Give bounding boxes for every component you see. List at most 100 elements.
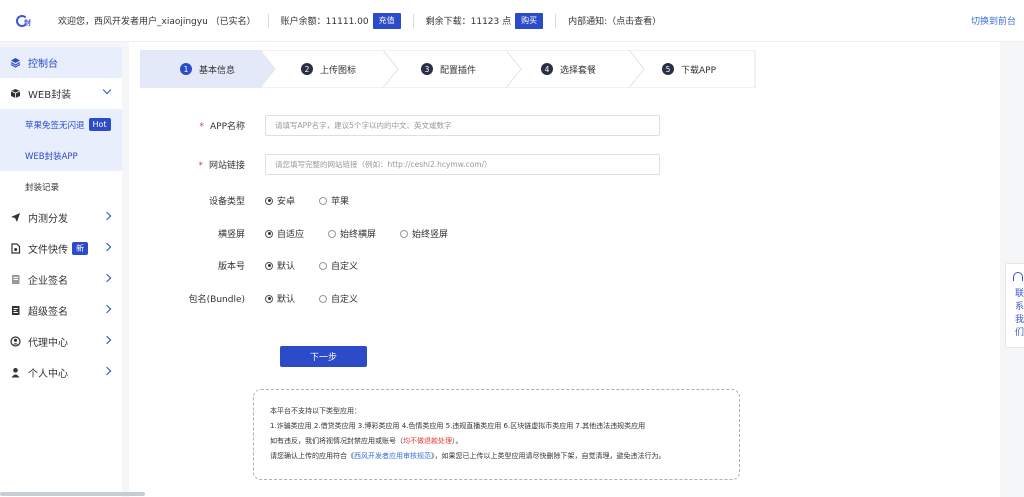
next-step-button[interactable]: 下一步	[280, 346, 367, 367]
switch-frontend-link[interactable]: 切换到前台	[971, 14, 1016, 27]
file-icon	[10, 243, 21, 254]
step-number: 4	[541, 63, 553, 75]
orientation-label: 横竖屏	[217, 230, 245, 240]
sidebar-item-label: 文件快传	[28, 245, 68, 256]
sidebar-item-label: 企业签名	[28, 276, 68, 287]
buy-button[interactable]: 购买	[515, 12, 544, 29]
bundle-default-radio[interactable]: 默认	[265, 292, 295, 305]
sidebar-sub-web-app[interactable]: WEB封装APP	[0, 140, 122, 171]
bundle-row: 包名(Bundle) 默认 自定义	[129, 292, 382, 305]
step-basic-info[interactable]: 1 基本信息	[180, 50, 235, 88]
top-header: 封 欢迎您，西风开发者用户_xiaojingyu （已实名） 账户余额：1111…	[0, 0, 1024, 42]
sidebar-item-console[interactable]: 控制台	[0, 47, 122, 78]
divider	[267, 13, 269, 28]
device-type-row: 设备类型 安卓 苹果	[129, 194, 373, 207]
horizontal-scrollbar[interactable]	[0, 492, 145, 496]
contact-us-float[interactable]: 联系我们	[1005, 263, 1024, 348]
user-circle-icon	[10, 336, 21, 347]
step-label: 下载APP	[681, 65, 717, 76]
divider	[555, 13, 557, 28]
device-type-radio-group: 安卓 苹果	[265, 194, 373, 207]
chevron-right-icon	[102, 273, 112, 283]
brand-logo[interactable]: 封	[16, 13, 42, 29]
sidebar-item-personal-center[interactable]: 个人中心	[0, 357, 122, 388]
sidebar: 控制台 WEB封装 苹果免签无闪退 Hot WEB封装APP 封装记录 内测分发…	[0, 47, 122, 497]
sidebar-item-label: WEB封装	[28, 90, 72, 101]
notice-line: 本平台不支持以下类型应用：	[270, 407, 361, 415]
bundle-custom-radio[interactable]: 自定义	[319, 292, 358, 305]
policy-notice-box: 本平台不支持以下类型应用： 1.诈骗类应用 2.借贷类应用 3.博彩类应用 4.…	[253, 389, 740, 480]
step-label: 选择套餐	[560, 65, 597, 76]
doc-icon	[10, 274, 21, 285]
version-label: 版本号	[217, 262, 245, 272]
divider	[412, 13, 414, 28]
contact-us-label: 联系我们	[1015, 289, 1024, 338]
sidebar-item-label: 封装记录	[25, 182, 60, 193]
recharge-button[interactable]: 充值	[372, 12, 401, 29]
version-row: 版本号 默认 自定义	[129, 259, 382, 272]
device-type-label: 设备类型	[208, 197, 245, 207]
chevron-right-icon	[102, 335, 112, 345]
sidebar-item-web-wrap[interactable]: WEB封装	[0, 78, 122, 109]
chevron-right-icon	[102, 304, 112, 314]
orient-portrait-radio[interactable]: 始终竖屏	[400, 227, 448, 240]
orient-landscape-radio[interactable]: 始终横屏	[328, 227, 376, 240]
step-config-plugins[interactable]: 3 配置插件	[421, 50, 476, 88]
device-android-radio[interactable]: 安卓	[265, 194, 295, 207]
hot-badge: Hot	[88, 118, 111, 131]
app-name-label: * APP名称	[199, 122, 245, 132]
step-download-app[interactable]: 5 下载APP	[662, 50, 716, 88]
step-select-package[interactable]: 4 选择套餐	[541, 50, 596, 88]
sidebar-item-super-sign[interactable]: 超级签名	[0, 295, 122, 326]
bundle-label: 包名(Bundle)	[188, 295, 245, 305]
sidebar-item-label: WEB封装APP	[25, 151, 78, 162]
welcome-text: 欢迎您，西风开发者用户_xiaojingyu （已实名）	[58, 17, 256, 27]
doc-sign-icon	[10, 305, 21, 316]
notice-line: 如有违反，我们将视情况封禁应用或账号（均不做退款处理）。	[270, 437, 463, 445]
website-url-input[interactable]: 请您填写完整的网站链接（例如：http://ceshi2.hcymw.com/）	[265, 154, 660, 175]
device-apple-radio[interactable]: 苹果	[319, 194, 349, 207]
new-badge: 新	[72, 242, 88, 255]
sidebar-item-label: 个人中心	[28, 369, 68, 380]
sidebar-item-agent-center[interactable]: 代理中心	[0, 326, 122, 357]
chevron-right-icon	[102, 211, 112, 221]
send-icon	[10, 212, 21, 223]
step-number: 1	[180, 63, 192, 75]
downloads-text: 剩余下载：11123 点	[425, 17, 512, 27]
sidebar-sub-apple-sign[interactable]: 苹果免签无闪退 Hot	[0, 109, 122, 140]
sidebar-item-beta-distribution[interactable]: 内测分发	[0, 202, 122, 233]
step-number: 3	[421, 63, 433, 75]
version-radio-group: 默认 自定义	[265, 259, 382, 272]
main-panel: 1 基本信息 2 上传图标 3 配置插件 4 选择套餐 5 下载APP * APP…	[129, 42, 1000, 497]
step-label: 配置插件	[440, 65, 477, 76]
website-url-label: * 网站链接	[198, 161, 245, 171]
version-default-radio[interactable]: 默认	[265, 259, 295, 272]
notice-line: 请您确认上传的应用符合《西风开发者应用审核规范》，如果您已上传以上类型应用请尽快…	[270, 452, 666, 460]
step-label: 上传图标	[320, 65, 357, 76]
sidebar-sub-wrap-records[interactable]: 封装记录	[0, 171, 122, 202]
chevron-right-icon	[102, 242, 112, 252]
sidebar-item-file-transfer[interactable]: 文件快传 新	[0, 233, 122, 264]
version-custom-radio[interactable]: 自定义	[319, 259, 358, 272]
headset-icon	[1013, 272, 1023, 281]
balance-text: 账户余额：11111.00	[280, 17, 369, 27]
orientation-radio-group: 自适应 始终横屏 始终竖屏	[265, 227, 472, 240]
website-url-row: * 网站链接 请您填写完整的网站链接（例如：http://ceshi2.hcymw…	[129, 154, 660, 175]
sidebar-item-enterprise-sign[interactable]: 企业签名	[0, 264, 122, 295]
bundle-radio-group: 默认 自定义	[265, 292, 382, 305]
step-progress-bar: 1 基本信息 2 上传图标 3 配置插件 4 选择套餐 5 下载APP	[140, 50, 756, 88]
step-number: 5	[662, 63, 674, 75]
review-guideline-link[interactable]: 西风开发者应用审核规范	[354, 452, 431, 460]
box-icon	[10, 88, 21, 99]
person-icon	[10, 367, 21, 378]
chevron-right-icon	[102, 366, 112, 376]
step-upload-icon[interactable]: 2 上传图标	[301, 50, 356, 88]
sidebar-item-label: 内测分发	[28, 214, 68, 225]
sidebar-item-label: 代理中心	[28, 338, 68, 349]
internal-notice-link[interactable]: 内部通知:（点击查看）	[568, 14, 661, 27]
step-number: 2	[301, 63, 313, 75]
notice-line: 1.诈骗类应用 2.借贷类应用 3.博彩类应用 4.色情类应用 5.违规直播类应…	[270, 422, 646, 430]
no-refund-text: 均不做退款处理	[403, 437, 452, 445]
app-name-input[interactable]: 请填写APP名字，建议5个字以内的中文、英文或数字	[265, 115, 660, 136]
orient-adaptive-radio[interactable]: 自适应	[265, 227, 304, 240]
